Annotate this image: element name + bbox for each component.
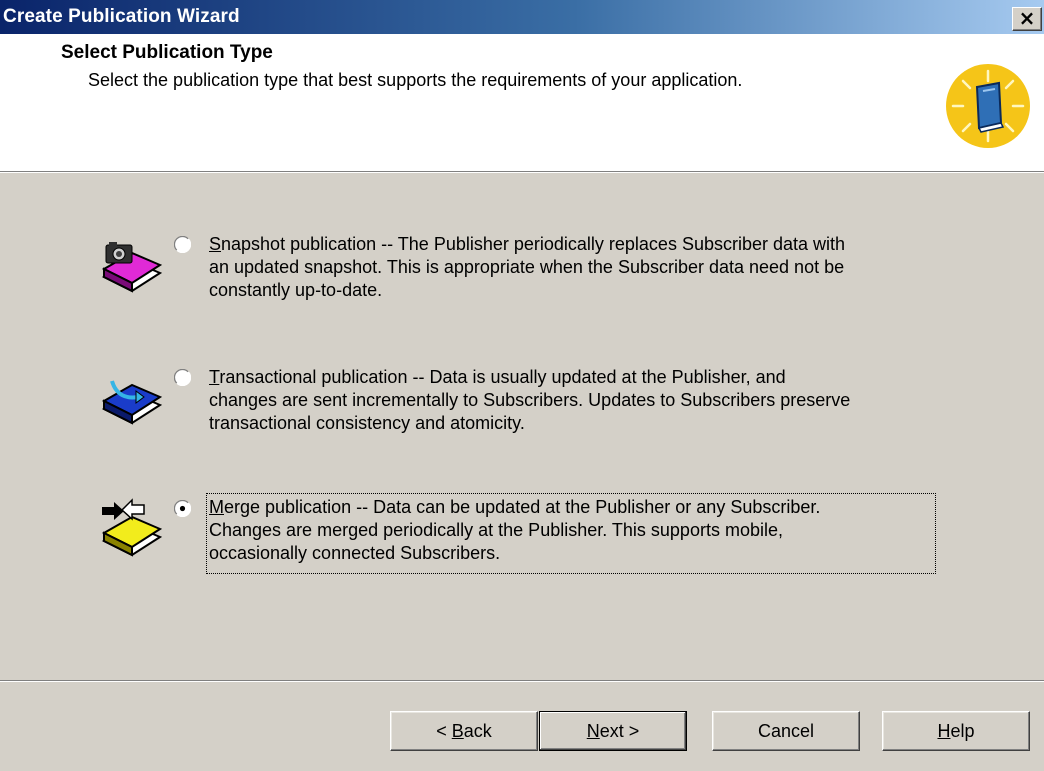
window-title: Create Publication Wizard [3,6,240,27]
next-label: ext > [599,720,640,741]
snapshot-option-label[interactable]: Snapshot publication -- The Publisher pe… [209,233,949,302]
merge-description: erge publication -- Data can be updated … [209,497,821,563]
merge-option-label[interactable]: Merge publication -- Data can be updated… [209,496,949,565]
transactional-radio[interactable] [174,369,191,386]
back-label: ack [463,720,492,741]
merge-mnemonic: M [209,497,224,517]
radio-selected-dot [179,505,186,512]
help-button[interactable]: Help [882,711,1030,751]
snapshot-radio[interactable] [174,236,191,253]
merge-book-icon [101,498,163,557]
help-label: elp [950,720,975,741]
snapshot-description: napshot publication -- The Publisher per… [209,234,846,300]
next-mnemonic: N [586,720,600,741]
header-divider [0,172,1044,173]
transactional-option-label[interactable]: Transactional publication -- Data is usu… [209,366,949,435]
page-title: Select Publication Type [61,42,273,63]
footer-separator-highlight [0,681,1044,682]
snapshot-mnemonic: S [209,234,222,254]
wizard-book-icon [946,64,1030,148]
title-bar: Create Publication Wizard × [0,0,1044,34]
transactional-book-icon [101,380,163,425]
merge-radio[interactable] [174,500,191,517]
cancel-button[interactable]: Cancel [712,711,860,751]
close-button[interactable]: × [1012,7,1042,31]
close-icon: × [1018,6,1036,30]
snapshot-book-icon [101,242,163,293]
cancel-label: Cancel [757,720,815,741]
back-prefix: < [436,720,452,741]
back-mnemonic: B [451,720,464,741]
help-mnemonic: H [937,720,951,741]
back-button[interactable]: < Back [390,711,538,751]
next-button[interactable]: Next > [539,711,687,751]
transactional-mnemonic: T [209,367,220,387]
page-subtitle: Select the publication type that best su… [88,70,743,90]
transactional-description: ransactional publication -- Data is usua… [209,367,851,433]
